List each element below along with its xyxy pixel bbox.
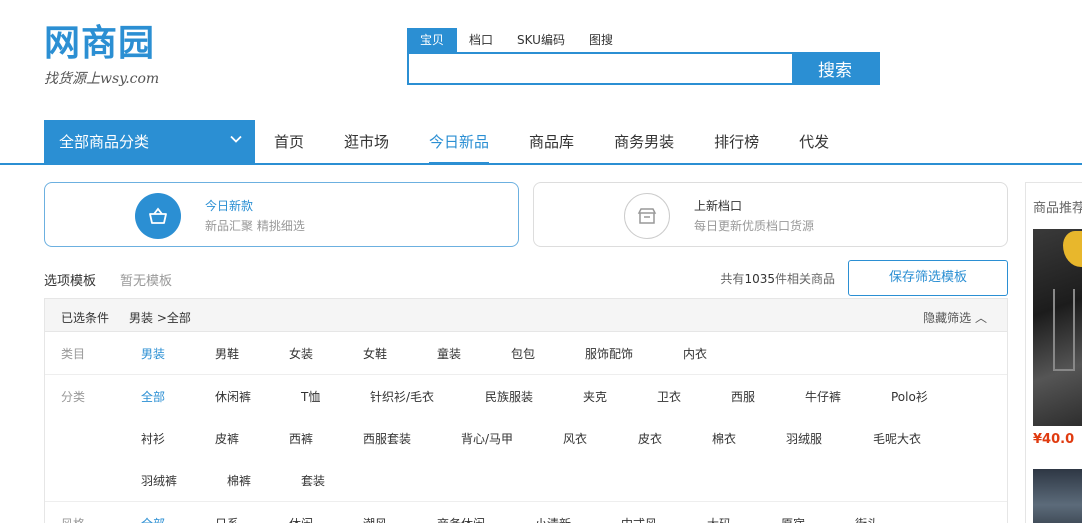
filter-option[interactable]: 商务休闲 xyxy=(437,515,485,523)
template-value[interactable]: 暂无模板 xyxy=(120,270,172,289)
filter-row-category: 类目 男装 男鞋 女装 女鞋 童装 包包 服饰配饰 内衣 xyxy=(45,332,1007,375)
nav-links: 首页 逛市场 今日新品 商品库 商务男装 排行榜 代发 xyxy=(274,120,869,165)
template-label: 选项模板 xyxy=(44,274,97,289)
filter-option[interactable]: 大码 xyxy=(707,515,731,523)
filter-option[interactable]: 背心/马甲 xyxy=(461,430,513,447)
filter-option[interactable]: 中式风 xyxy=(621,515,657,523)
filter-option[interactable]: 西服 xyxy=(731,388,755,405)
nav-product-library[interactable]: 商品库 xyxy=(529,120,574,165)
count-number: 1035 xyxy=(744,272,775,286)
all-categories-menu[interactable]: 全部商品分类 xyxy=(44,120,255,165)
filter-row-label: 分类 xyxy=(61,390,86,404)
filter-option[interactable]: 休闲 xyxy=(289,515,313,523)
filter-option[interactable]: 西裤 xyxy=(289,430,313,447)
filter-option[interactable]: 西服套装 xyxy=(363,430,411,447)
sidebar-title: 商品推荐 xyxy=(1033,201,1082,216)
filter-option[interactable]: 全部 xyxy=(141,515,165,523)
hide-filter-toggle[interactable]: 隐藏筛选 ︿ xyxy=(923,309,987,326)
filter-option[interactable]: 棉衣 xyxy=(712,430,736,447)
store-icon xyxy=(624,193,670,239)
today-new-card[interactable]: 今日新款 新品汇聚 精挑细选 xyxy=(44,182,519,247)
chevron-down-icon xyxy=(229,120,243,165)
filter-option[interactable]: 皮衣 xyxy=(638,430,662,447)
count-prefix: 共有 xyxy=(720,272,745,286)
filter-row-style: 风格 全部 日系 休闲 潮风 商务休闲 小清新 中式风 大码 原宿 街头 xyxy=(45,502,1007,523)
filter-option[interactable]: 日系 xyxy=(215,515,239,523)
filter-option[interactable]: 童装 xyxy=(437,345,461,362)
filter-option[interactable]: 男鞋 xyxy=(215,345,239,362)
search-tabs: 宝贝 档口 SKU编码 图搜 xyxy=(407,28,625,52)
filter-option[interactable]: 羽绒服 xyxy=(786,430,822,447)
filter-option[interactable]: 街头 xyxy=(855,515,879,523)
filter-option[interactable]: 棉裤 xyxy=(227,472,251,489)
nav-home[interactable]: 首页 xyxy=(274,120,304,165)
filter-row-type: 分类 全部 休闲裤 T恤 针织衫/毛衣 民族服装 夹克 卫衣 西服 牛仔裤 Po… xyxy=(45,375,1007,502)
filter-option[interactable]: 潮风 xyxy=(363,515,387,523)
filter-option[interactable]: 全部 xyxy=(141,388,165,405)
search-tab-sku[interactable]: SKU编码 xyxy=(505,28,577,52)
selected-conditions-row: 已选条件 男装 >全部 隐藏筛选 ︿ xyxy=(45,299,1007,332)
product-price: ¥40.0 xyxy=(1033,432,1075,447)
filter-option[interactable]: 毛呢大衣 xyxy=(873,430,921,447)
filter-option[interactable]: 皮裤 xyxy=(215,430,239,447)
nav-today-new[interactable]: 今日新品 xyxy=(429,120,490,165)
search-tab-baobei[interactable]: 宝贝 xyxy=(407,28,457,52)
filter-option[interactable]: T恤 xyxy=(301,388,320,405)
filter-panel: 已选条件 男装 >全部 隐藏筛选 ︿ 类目 男装 男鞋 女装 女鞋 童装 包包 … xyxy=(44,298,1008,523)
nav-business-menswear[interactable]: 商务男装 xyxy=(614,120,674,165)
filter-option[interactable]: 女鞋 xyxy=(363,345,387,362)
selected-value: 男装 >全部 xyxy=(129,311,191,325)
site-logo[interactable]: 网商园 找货源上wsy.com xyxy=(44,24,184,99)
all-categories-label: 全部商品分类 xyxy=(59,133,150,151)
filter-option[interactable]: 风衣 xyxy=(563,430,587,447)
filter-option[interactable]: 小清新 xyxy=(535,515,571,523)
search-box: 搜索 xyxy=(407,52,880,85)
filter-option[interactable]: 针织衫/毛衣 xyxy=(370,388,434,405)
filter-row-label: 风格 xyxy=(61,515,85,523)
search-button[interactable]: 搜索 xyxy=(792,54,878,83)
card-subtitle: 每日更新优质档口货源 xyxy=(694,219,815,233)
save-filter-template-button[interactable]: 保存筛选模板 xyxy=(848,260,1008,296)
nav-market[interactable]: 逛市场 xyxy=(344,120,389,165)
filter-option[interactable]: 内衣 xyxy=(683,345,707,362)
count-suffix: 件相关商品 xyxy=(774,272,835,286)
filter-row-label: 类目 xyxy=(61,347,86,361)
search-tab-image[interactable]: 图搜 xyxy=(577,28,625,52)
logo-text: 网商园 xyxy=(44,23,156,64)
filter-header: 选项模板 暂无模板 共有1035件相关商品 保存筛选模板 xyxy=(44,260,1008,296)
product-image[interactable] xyxy=(1033,469,1082,523)
card-title: 上新档口 xyxy=(694,199,743,213)
main-nav: 全部商品分类 首页 逛市场 今日新品 商品库 商务男装 排行榜 代发 xyxy=(0,120,1082,165)
filter-option[interactable]: 原宿 xyxy=(781,515,805,523)
filter-option[interactable]: 羽绒裤 xyxy=(141,472,177,489)
filter-option[interactable]: 牛仔裤 xyxy=(805,388,841,405)
filter-option[interactable]: 包包 xyxy=(511,345,535,362)
logo-slogan: 找货源上wsy.com xyxy=(44,71,160,87)
filter-option[interactable]: 女装 xyxy=(289,345,313,362)
filter-option[interactable]: 休闲裤 xyxy=(215,388,251,405)
recommend-sidebar: 商品推荐 ¥40.0 xyxy=(1025,182,1082,523)
new-stalls-card[interactable]: 上新档口 每日更新优质档口货源 xyxy=(533,182,1008,247)
product-image[interactable] xyxy=(1033,229,1082,426)
selected-label: 已选条件 xyxy=(61,311,110,325)
card-subtitle: 新品汇聚 精挑细选 xyxy=(205,219,305,233)
nav-dropship[interactable]: 代发 xyxy=(799,120,829,165)
basket-icon xyxy=(135,193,181,239)
result-count: 共有1035件相关商品 xyxy=(720,270,835,287)
search-tab-dangkou[interactable]: 档口 xyxy=(457,28,505,52)
search-input[interactable] xyxy=(409,54,792,83)
filter-option[interactable]: 衬衫 xyxy=(141,430,165,447)
nav-ranking[interactable]: 排行榜 xyxy=(714,120,759,165)
card-title: 今日新款 xyxy=(205,199,254,213)
filter-option[interactable]: 服饰配饰 xyxy=(585,345,633,362)
filter-option[interactable]: Polo衫 xyxy=(891,388,928,405)
filter-option[interactable]: 夹克 xyxy=(583,388,607,405)
filter-option[interactable]: 卫衣 xyxy=(657,388,681,405)
filter-option[interactable]: 男装 xyxy=(141,345,165,362)
filter-option[interactable]: 民族服装 xyxy=(485,388,533,405)
filter-option[interactable]: 套装 xyxy=(301,472,325,489)
